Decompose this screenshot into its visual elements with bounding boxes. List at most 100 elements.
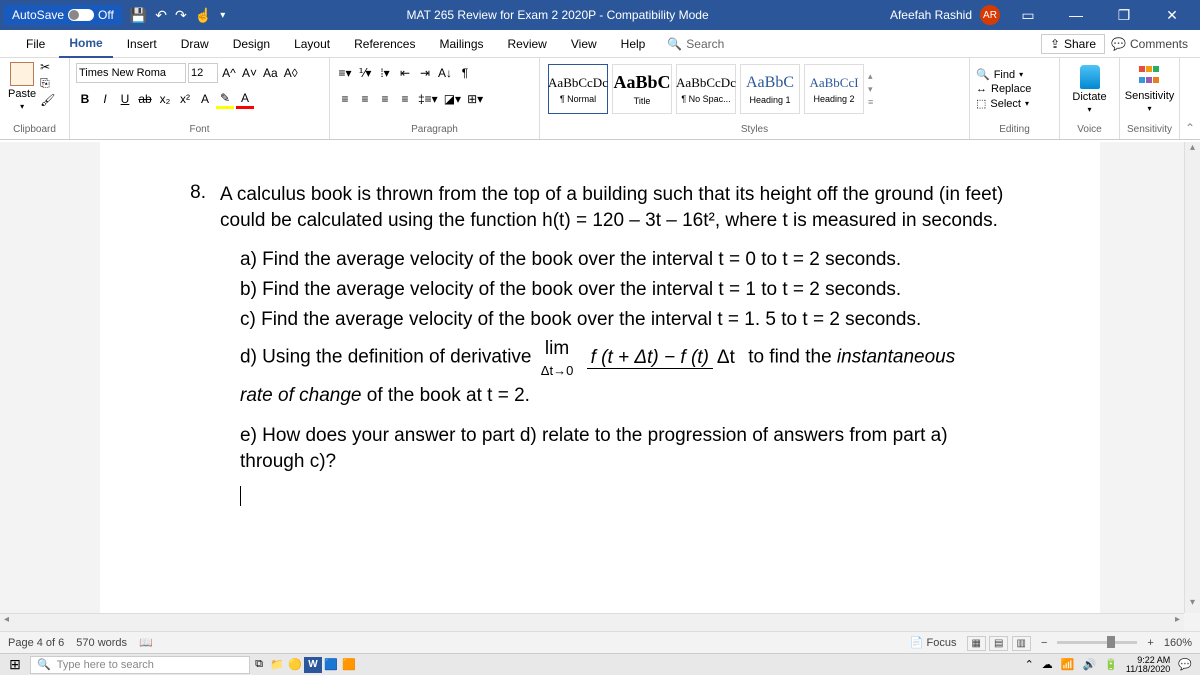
- replace-button[interactable]: ↔Replace: [976, 83, 1053, 95]
- copy-icon[interactable]: ⎘: [40, 76, 55, 91]
- task-view-icon[interactable]: ⧉: [250, 657, 268, 673]
- styles-more-icon[interactable]: ≡: [868, 97, 873, 107]
- comments-button[interactable]: 💬 Comments: [1111, 37, 1188, 51]
- document-page[interactable]: 8. A calculus book is thrown from the to…: [100, 142, 1100, 631]
- redo-icon[interactable]: ↷: [175, 7, 187, 24]
- bullets-button[interactable]: ≡▾: [336, 63, 354, 83]
- zoom-slider[interactable]: [1057, 641, 1137, 644]
- page-status[interactable]: Page 4 of 6: [8, 637, 64, 649]
- tab-mailings[interactable]: Mailings: [429, 31, 493, 57]
- superscript-button[interactable]: x²: [176, 89, 194, 109]
- touch-mode-icon[interactable]: ☝: [195, 7, 212, 24]
- find-button[interactable]: 🔍Find▾: [976, 68, 1053, 81]
- paste-button[interactable]: Paste ▾: [6, 60, 38, 113]
- subscript-button[interactable]: x₂: [156, 89, 174, 109]
- taskbar-search[interactable]: 🔍 Type here to search: [30, 656, 250, 674]
- restore-icon[interactable]: ❐: [1104, 7, 1144, 24]
- tab-design[interactable]: Design: [223, 31, 280, 57]
- underline-button[interactable]: U: [116, 89, 134, 109]
- text-effects-button[interactable]: A: [196, 89, 214, 109]
- justify-button[interactable]: ≡: [396, 89, 414, 109]
- align-right-button[interactable]: ≡: [376, 89, 394, 109]
- spellcheck-icon[interactable]: 📖: [139, 636, 153, 649]
- highlight-button[interactable]: ✎: [216, 89, 234, 109]
- tab-references[interactable]: References: [344, 31, 425, 57]
- bold-button[interactable]: B: [76, 89, 94, 109]
- cut-icon[interactable]: ✂: [40, 60, 55, 74]
- zoom-out-icon[interactable]: −: [1041, 637, 1047, 649]
- clear-format-button[interactable]: A◊: [282, 63, 300, 83]
- dictate-button[interactable]: Dictate ▾: [1066, 60, 1113, 118]
- style-title[interactable]: AaBbC Title: [612, 64, 672, 114]
- tab-draw[interactable]: Draw: [171, 31, 219, 57]
- save-icon[interactable]: 💾: [130, 7, 147, 24]
- autosave-toggle[interactable]: AutoSave Off: [4, 5, 122, 25]
- zoom-in-icon[interactable]: +: [1147, 637, 1153, 649]
- app-icon[interactable]: 🟦: [322, 657, 340, 673]
- collapse-ribbon-icon[interactable]: ⌃: [1180, 58, 1200, 139]
- start-button[interactable]: ⊞: [0, 656, 30, 673]
- font-color-button[interactable]: A: [236, 89, 254, 109]
- web-layout-icon[interactable]: ▥: [1012, 636, 1031, 651]
- align-center-button[interactable]: ≡: [356, 89, 374, 109]
- shading-button[interactable]: ◪▾: [442, 89, 463, 109]
- tab-home[interactable]: Home: [59, 30, 112, 58]
- show-marks-button[interactable]: ¶: [456, 63, 474, 83]
- grow-font-button[interactable]: A^: [220, 63, 238, 83]
- styles-scroll-up-icon[interactable]: ▴: [868, 71, 873, 82]
- tab-help[interactable]: Help: [611, 31, 656, 57]
- file-explorer-icon[interactable]: 📁: [268, 657, 286, 673]
- change-case-button[interactable]: Aa: [261, 63, 280, 83]
- user-avatar[interactable]: AR: [980, 5, 1000, 25]
- font-size-input[interactable]: [188, 63, 218, 83]
- share-button[interactable]: ⇪ Share: [1041, 34, 1105, 54]
- print-layout-icon[interactable]: ▤: [989, 636, 1008, 651]
- scroll-up-icon[interactable]: ▴: [1185, 142, 1200, 158]
- tray-cloud-icon[interactable]: ☁: [1042, 658, 1053, 671]
- style-heading2[interactable]: AaBbCcI Heading 2: [804, 64, 864, 114]
- minimize-icon[interactable]: —: [1056, 7, 1096, 23]
- tab-insert[interactable]: Insert: [117, 31, 167, 57]
- sensitivity-button[interactable]: Sensitivity ▾: [1126, 60, 1173, 118]
- style-no-spacing[interactable]: AaBbCcDc ¶ No Spac...: [676, 64, 736, 114]
- line-spacing-button[interactable]: ‡≡▾: [416, 89, 440, 109]
- multilevel-button[interactable]: ⁞▾: [376, 63, 394, 83]
- chrome-icon[interactable]: 🟡: [286, 657, 304, 673]
- numbering-button[interactable]: ⅟▾: [356, 63, 374, 83]
- notifications-icon[interactable]: 💬: [1178, 658, 1192, 671]
- system-clock[interactable]: 9:22 AM 11/18/2020: [1126, 656, 1170, 674]
- word-count[interactable]: 570 words: [76, 637, 127, 649]
- tab-file[interactable]: File: [16, 31, 55, 57]
- italic-button[interactable]: I: [96, 89, 114, 109]
- select-button[interactable]: ⬚Select▾: [976, 97, 1053, 110]
- increase-indent-button[interactable]: ⇥: [416, 63, 434, 83]
- format-painter-icon[interactable]: 🖌: [40, 93, 55, 107]
- style-normal[interactable]: AaBbCcDc ¶ Normal: [548, 64, 608, 114]
- scroll-down-icon[interactable]: ▾: [1185, 597, 1200, 613]
- tab-review[interactable]: Review: [498, 31, 557, 57]
- undo-icon[interactable]: ↶: [155, 7, 167, 24]
- wifi-icon[interactable]: 📶: [1061, 658, 1075, 671]
- style-heading1[interactable]: AaBbC Heading 1: [740, 64, 800, 114]
- focus-mode[interactable]: 📄 Focus: [910, 636, 957, 649]
- tab-layout[interactable]: Layout: [284, 31, 340, 57]
- horizontal-scrollbar[interactable]: ◂ ▸: [0, 613, 1184, 631]
- decrease-indent-button[interactable]: ⇤: [396, 63, 414, 83]
- word-taskbar-icon[interactable]: W: [304, 657, 322, 673]
- align-left-button[interactable]: ≡: [336, 89, 354, 109]
- borders-button[interactable]: ⊞▾: [465, 89, 485, 109]
- scroll-right-icon[interactable]: ▸: [1175, 614, 1180, 625]
- styles-scroll-down-icon[interactable]: ▾: [868, 84, 873, 95]
- font-family-input[interactable]: [76, 63, 186, 83]
- close-icon[interactable]: ✕: [1152, 7, 1192, 24]
- vertical-scrollbar[interactable]: ▴ ▾: [1184, 142, 1200, 613]
- sort-button[interactable]: A↓: [436, 63, 454, 83]
- shrink-font-button[interactable]: A˅: [240, 63, 259, 83]
- scroll-left-icon[interactable]: ◂: [4, 614, 9, 625]
- volume-icon[interactable]: 🔊: [1083, 658, 1097, 671]
- tray-chevron-icon[interactable]: ⌃: [1025, 658, 1034, 671]
- strike-button[interactable]: ab: [136, 89, 154, 109]
- user-name[interactable]: Afeefah Rashid: [890, 8, 972, 22]
- read-mode-icon[interactable]: ▦: [967, 636, 986, 651]
- battery-icon[interactable]: 🔋: [1104, 658, 1118, 671]
